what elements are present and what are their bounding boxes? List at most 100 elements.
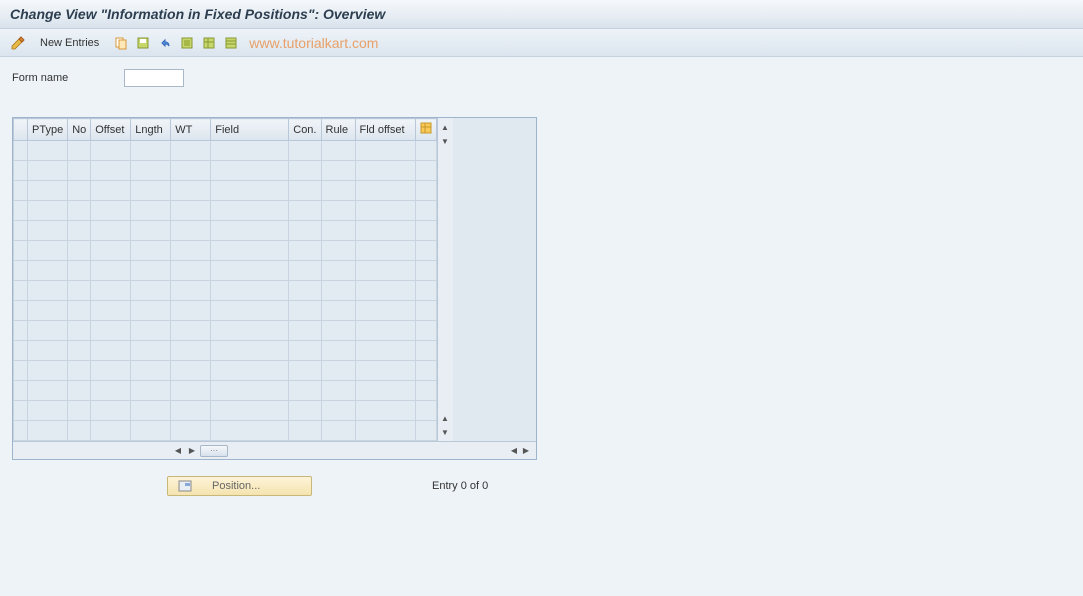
cell-field[interactable] (211, 241, 289, 261)
undo-icon[interactable] (157, 35, 173, 51)
table-row[interactable] (14, 161, 437, 181)
cell-rule[interactable] (321, 141, 355, 161)
cell-fldoffset[interactable] (355, 141, 415, 161)
row-selector[interactable] (14, 261, 28, 281)
row-selector[interactable] (14, 341, 28, 361)
scroll-left-arrow-right[interactable]: ◀ (508, 445, 520, 457)
row-selector[interactable] (14, 361, 28, 381)
cell-offset[interactable] (91, 301, 131, 321)
row-selector[interactable] (14, 421, 28, 441)
cell-lngth[interactable] (131, 321, 171, 341)
cell-wt[interactable] (171, 241, 211, 261)
cell-field[interactable] (211, 421, 289, 441)
cell-fldoffset[interactable] (355, 181, 415, 201)
cell-wt[interactable] (171, 221, 211, 241)
scroll-up-arrow[interactable]: ▲ (438, 120, 452, 134)
cell-no[interactable] (68, 321, 91, 341)
cell-ptype[interactable] (28, 381, 68, 401)
scroll-left-arrow[interactable]: ◀ (172, 445, 184, 457)
table-row[interactable] (14, 341, 437, 361)
cell-lngth[interactable] (131, 241, 171, 261)
cell-wt[interactable] (171, 301, 211, 321)
col-header-fldoffset[interactable]: Fld offset (355, 119, 415, 141)
col-header-lngth[interactable]: Lngth (131, 119, 171, 141)
cell-no[interactable] (68, 421, 91, 441)
cell-ptype[interactable] (28, 141, 68, 161)
cell-rule[interactable] (321, 341, 355, 361)
col-header-field[interactable]: Field (211, 119, 289, 141)
table-row[interactable] (14, 421, 437, 441)
cell-ptype[interactable] (28, 321, 68, 341)
table-row[interactable] (14, 141, 437, 161)
cell-no[interactable] (68, 201, 91, 221)
cell-ptype[interactable] (28, 201, 68, 221)
cell-con[interactable] (289, 261, 321, 281)
cell-con[interactable] (289, 201, 321, 221)
cell-ptype[interactable] (28, 301, 68, 321)
cell-fldoffset[interactable] (355, 421, 415, 441)
row-selector[interactable] (14, 381, 28, 401)
cell-rule[interactable] (321, 301, 355, 321)
cell-wt[interactable] (171, 261, 211, 281)
table-row[interactable] (14, 241, 437, 261)
cell-con[interactable] (289, 401, 321, 421)
cell-ptype[interactable] (28, 281, 68, 301)
select-all-header[interactable] (14, 119, 28, 141)
row-selector[interactable] (14, 221, 28, 241)
cell-fldoffset[interactable] (355, 161, 415, 181)
form-name-input[interactable] (124, 69, 184, 87)
cell-offset[interactable] (91, 401, 131, 421)
scroll-right-arrow-left[interactable]: ▶ (186, 445, 198, 457)
table-config-icon[interactable] (223, 35, 239, 51)
cell-rule[interactable] (321, 401, 355, 421)
cell-wt[interactable] (171, 361, 211, 381)
scroll-right-arrow[interactable]: ▶ (520, 445, 532, 457)
cell-ptype[interactable] (28, 261, 68, 281)
row-selector[interactable] (14, 301, 28, 321)
cell-wt[interactable] (171, 341, 211, 361)
scroll-down-arrow[interactable]: ▼ (438, 425, 452, 439)
cell-con[interactable] (289, 161, 321, 181)
cell-rule[interactable] (321, 221, 355, 241)
cell-field[interactable] (211, 261, 289, 281)
cell-field[interactable] (211, 181, 289, 201)
table-row[interactable] (14, 201, 437, 221)
cell-field[interactable] (211, 381, 289, 401)
cell-field[interactable] (211, 201, 289, 221)
cell-no[interactable] (68, 341, 91, 361)
cell-lngth[interactable] (131, 161, 171, 181)
cell-rule[interactable] (321, 201, 355, 221)
cell-no[interactable] (68, 281, 91, 301)
cell-rule[interactable] (321, 261, 355, 281)
cell-lngth[interactable] (131, 201, 171, 221)
cell-fldoffset[interactable] (355, 241, 415, 261)
table-settings-icon[interactable] (201, 35, 217, 51)
cell-con[interactable] (289, 341, 321, 361)
row-selector[interactable] (14, 181, 28, 201)
vertical-scrollbar[interactable]: ▲ ▼ ▲ ▼ (437, 118, 453, 441)
cell-fldoffset[interactable] (355, 401, 415, 421)
table-row[interactable] (14, 321, 437, 341)
new-entries-button[interactable]: New Entries (32, 35, 107, 51)
cell-no[interactable] (68, 261, 91, 281)
cell-con[interactable] (289, 281, 321, 301)
cell-con[interactable] (289, 361, 321, 381)
cell-wt[interactable] (171, 281, 211, 301)
cell-con[interactable] (289, 141, 321, 161)
row-selector[interactable] (14, 201, 28, 221)
cell-fldoffset[interactable] (355, 261, 415, 281)
cell-no[interactable] (68, 181, 91, 201)
col-header-offset[interactable]: Offset (91, 119, 131, 141)
cell-ptype[interactable] (28, 221, 68, 241)
cell-lngth[interactable] (131, 421, 171, 441)
cell-ptype[interactable] (28, 421, 68, 441)
cell-rule[interactable] (321, 321, 355, 341)
cell-field[interactable] (211, 281, 289, 301)
col-header-wt[interactable]: WT (171, 119, 211, 141)
cell-no[interactable] (68, 381, 91, 401)
cell-no[interactable] (68, 401, 91, 421)
cell-ptype[interactable] (28, 341, 68, 361)
cell-rule[interactable] (321, 281, 355, 301)
cell-rule[interactable] (321, 181, 355, 201)
cell-con[interactable] (289, 221, 321, 241)
